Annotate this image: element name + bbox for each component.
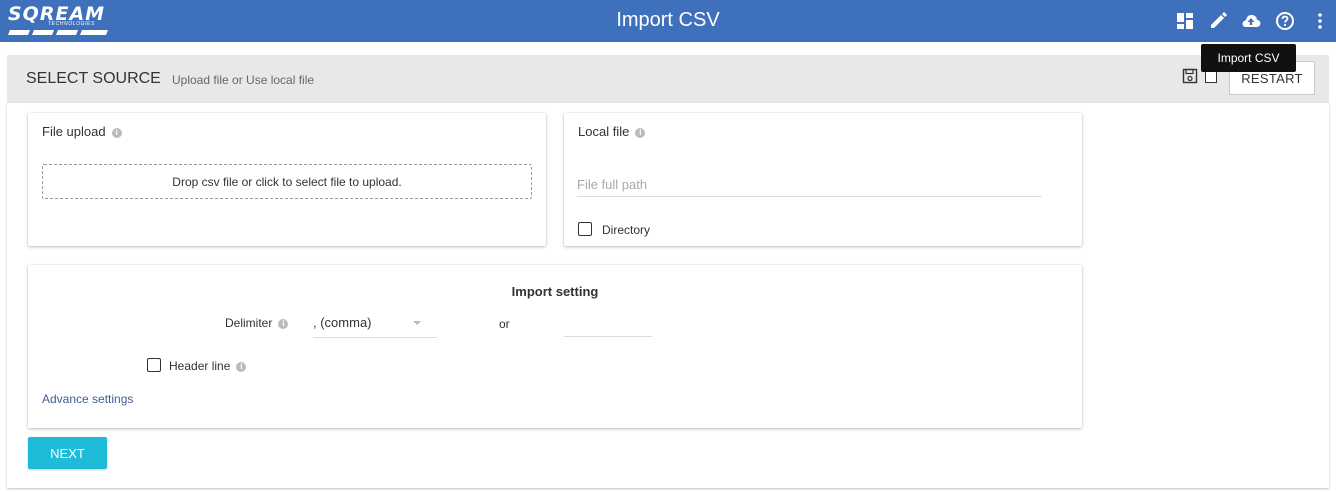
file-dropzone[interactable]: Drop csv file or click to select file to… (42, 164, 532, 199)
local-file-label-text: Local file (578, 124, 630, 139)
header-line-checkbox[interactable] (147, 358, 161, 372)
import-setting-title: Import setting (511, 284, 599, 299)
custom-delimiter-input[interactable] (564, 312, 652, 337)
next-button[interactable]: NEXT (28, 437, 107, 469)
save-icon[interactable] (1182, 68, 1198, 84)
info-icon[interactable]: i (635, 127, 646, 138)
dashboard-icon[interactable] (1174, 10, 1196, 32)
file-upload-card: File upload i Drop csv file or click to s… (28, 113, 546, 246)
section-title: SELECT SOURCE (26, 70, 161, 87)
top-app-bar: SQREAM TECHNOLOGIES Import CSV (0, 0, 1336, 42)
section-subtitle: Upload file or Use local file (172, 73, 315, 87)
or-label: or (499, 317, 510, 331)
source-header: SELECT SOURCE Upload file or Use local f… (7, 55, 1329, 103)
header-line-label-text: Header line (169, 359, 231, 373)
info-icon[interactable]: i (278, 318, 289, 329)
page-title: Import CSV (616, 9, 720, 31)
local-file-label: Local file i (578, 124, 646, 139)
file-upload-label-text: File upload (42, 124, 106, 139)
more-vert-icon[interactable] (1309, 10, 1331, 32)
info-icon[interactable]: i (111, 127, 122, 138)
delimiter-select[interactable]: , (comma) (313, 313, 437, 338)
import-setting-card: Import setting Delimiter i , (comma) or H… (28, 265, 1082, 428)
info-icon[interactable]: i (236, 361, 247, 372)
dropdown-arrow-icon (413, 321, 421, 325)
delimiter-select-value: , (comma) (313, 315, 372, 330)
local-file-card: Local file i Directory (564, 113, 1082, 246)
file-upload-label: File upload i (42, 124, 122, 139)
file-path-input[interactable] (577, 173, 1042, 197)
directory-checkbox[interactable] (578, 222, 592, 236)
advance-settings-link[interactable]: Advance settings (42, 392, 133, 406)
header-line-label: Header line i (169, 359, 247, 373)
directory-label: Directory (602, 223, 651, 237)
delimiter-label-text: Delimiter (225, 316, 273, 330)
import-csv-tooltip: Import CSV (1201, 44, 1296, 72)
help-icon[interactable] (1274, 10, 1296, 32)
edit-icon[interactable] (1207, 10, 1229, 32)
cloud-upload-icon[interactable] (1240, 10, 1262, 32)
delimiter-label: Delimiter i (225, 316, 289, 330)
